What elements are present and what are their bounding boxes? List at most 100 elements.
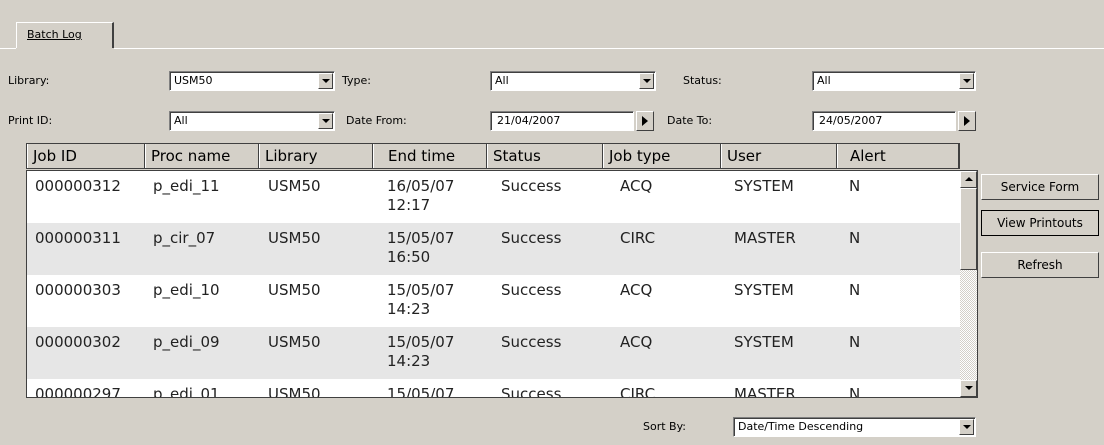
cell-job-id: 000000312 <box>35 177 121 195</box>
column-header-library[interactable]: Library <box>259 144 373 168</box>
tab-divider <box>114 48 1104 49</box>
cell-job-id: 000000311 <box>35 229 121 247</box>
cell-user: SYSTEM <box>734 177 794 195</box>
cell-alert: N <box>849 385 861 398</box>
cell-status: Success <box>501 385 562 398</box>
cell-end-time: 15/05/07 14:23 <box>387 333 454 371</box>
cell-job-type: CIRC <box>620 385 656 398</box>
type-label: Type: <box>342 74 371 87</box>
library-dropdown-arrow-icon[interactable] <box>318 73 333 89</box>
tab-divider-left <box>0 48 16 49</box>
date-from-field[interactable]: 21/04/2007 <box>490 111 634 131</box>
sort-dropdown-arrow-icon[interactable] <box>959 419 974 435</box>
cell-end-date: 15/05/07 <box>387 229 455 247</box>
cell-library: USM50 <box>268 333 321 351</box>
tab-batch-log[interactable]: Batch Log <box>16 22 114 48</box>
library-select[interactable]: USM50 <box>169 71 335 91</box>
cell-end-clock: 14:23 <box>387 352 431 370</box>
column-header-job-type[interactable]: Job type <box>603 144 721 168</box>
print-id-select[interactable]: All <box>169 111 335 131</box>
status-dropdown-arrow-icon[interactable] <box>959 73 974 89</box>
cell-end-date: 15/05/07 <box>387 385 455 398</box>
status-select[interactable]: All <box>812 71 976 91</box>
cell-job-type: ACQ <box>620 281 653 299</box>
cell-proc-name: p_edi_10 <box>153 281 220 299</box>
cell-proc-name: p_cir_07 <box>153 229 216 247</box>
cell-library: USM50 <box>268 229 321 247</box>
cell-end-clock: 16:50 <box>387 248 431 266</box>
print-id-select-value: All <box>174 114 188 127</box>
library-label: Library: <box>8 74 50 87</box>
scroll-up-arrow-icon[interactable] <box>960 171 977 188</box>
cell-job-type: ACQ <box>620 333 653 351</box>
cell-job-type: ACQ <box>620 177 653 195</box>
print-id-dropdown-arrow-icon[interactable] <box>318 113 333 129</box>
date-to-value: 24/05/2007 <box>819 114 883 127</box>
type-select[interactable]: All <box>490 71 656 91</box>
table-row[interactable]: 000000303 p_edi_10 USM50 15/05/07 14:23 S… <box>27 275 961 327</box>
tab-label: Batch Log <box>27 28 82 41</box>
date-to-field[interactable]: 24/05/2007 <box>812 111 956 131</box>
date-from-picker-arrow-icon[interactable] <box>636 111 654 131</box>
table-row[interactable]: 000000312 p_edi_11 USM50 16/05/07 12:17 S… <box>27 171 961 223</box>
cell-proc-name: p_edi_09 <box>153 333 220 351</box>
cell-status: Success <box>501 281 562 299</box>
cell-end-time: 15/05/07 16:50 <box>387 229 454 267</box>
cell-end-time: 15/05/07 <box>387 385 455 398</box>
library-select-value: USM50 <box>174 74 213 87</box>
cell-status: Success <box>501 177 562 195</box>
sort-by-select[interactable]: Date/Time Descending <box>733 417 976 437</box>
column-header-job-id[interactable]: Job ID <box>27 144 145 168</box>
sort-by-value: Date/Time Descending <box>738 420 864 433</box>
cell-alert: N <box>849 229 861 247</box>
cell-user: MASTER <box>734 229 796 247</box>
column-header-status[interactable]: Status <box>487 144 603 168</box>
batch-log-table[interactable]: 000000312 p_edi_11 USM50 16/05/07 12:17 S… <box>26 170 978 398</box>
cell-proc-name: p_edi_01 <box>153 385 220 398</box>
cell-status: Success <box>501 229 562 247</box>
cell-user: SYSTEM <box>734 333 794 351</box>
cell-status: Success <box>501 333 562 351</box>
column-header-alert[interactable]: Alert <box>837 144 959 168</box>
cell-user: MASTER <box>734 385 796 398</box>
cell-library: USM50 <box>268 177 321 195</box>
view-printouts-button[interactable]: View Printouts <box>981 210 1099 236</box>
table-row[interactable]: 000000302 p_edi_09 USM50 15/05/07 14:23 S… <box>27 327 961 379</box>
cell-alert: N <box>849 333 861 351</box>
date-to-picker-arrow-icon[interactable] <box>958 111 976 131</box>
table-row[interactable]: 000000311 p_cir_07 USM50 15/05/07 16:50 S… <box>27 223 961 275</box>
scroll-down-arrow-icon[interactable] <box>960 380 977 397</box>
cell-end-time: 16/05/07 12:17 <box>387 177 454 215</box>
scrollbar-thumb[interactable] <box>960 188 977 270</box>
status-label: Status: <box>683 74 722 87</box>
cell-job-id: 000000302 <box>35 333 121 351</box>
column-header-proc-name[interactable]: Proc name <box>145 144 259 168</box>
type-select-value: All <box>495 74 509 87</box>
cell-job-type: CIRC <box>620 229 656 247</box>
cell-proc-name: p_edi_11 <box>153 177 220 195</box>
cell-end-date: 15/05/07 <box>387 333 455 351</box>
cell-alert: N <box>849 177 861 195</box>
column-header-user[interactable]: User <box>721 144 837 168</box>
cell-end-clock: 14:23 <box>387 300 431 318</box>
cell-end-date: 15/05/07 <box>387 281 455 299</box>
cell-alert: N <box>849 281 861 299</box>
table-header: Job ID Proc name Library End time Status… <box>26 143 960 169</box>
cell-library: USM50 <box>268 385 321 398</box>
sort-by-label: Sort By: <box>643 420 687 433</box>
cell-library: USM50 <box>268 281 321 299</box>
column-header-end-time[interactable]: End time <box>373 144 487 168</box>
vertical-scrollbar[interactable] <box>960 171 977 397</box>
cell-user: SYSTEM <box>734 281 794 299</box>
print-id-label: Print ID: <box>8 114 53 127</box>
cell-end-date: 16/05/07 <box>387 177 455 195</box>
type-dropdown-arrow-icon[interactable] <box>639 73 654 89</box>
cell-job-id: 000000297 <box>35 385 121 398</box>
table-row[interactable]: 000000297 p_edi_01 USM50 15/05/07 Succes… <box>27 379 961 398</box>
cell-end-time: 15/05/07 14:23 <box>387 281 454 319</box>
service-form-button[interactable]: Service Form <box>981 174 1099 200</box>
status-select-value: All <box>817 74 831 87</box>
cell-job-id: 000000303 <box>35 281 121 299</box>
refresh-button[interactable]: Refresh <box>981 252 1099 278</box>
date-from-label: Date From: <box>346 114 407 127</box>
